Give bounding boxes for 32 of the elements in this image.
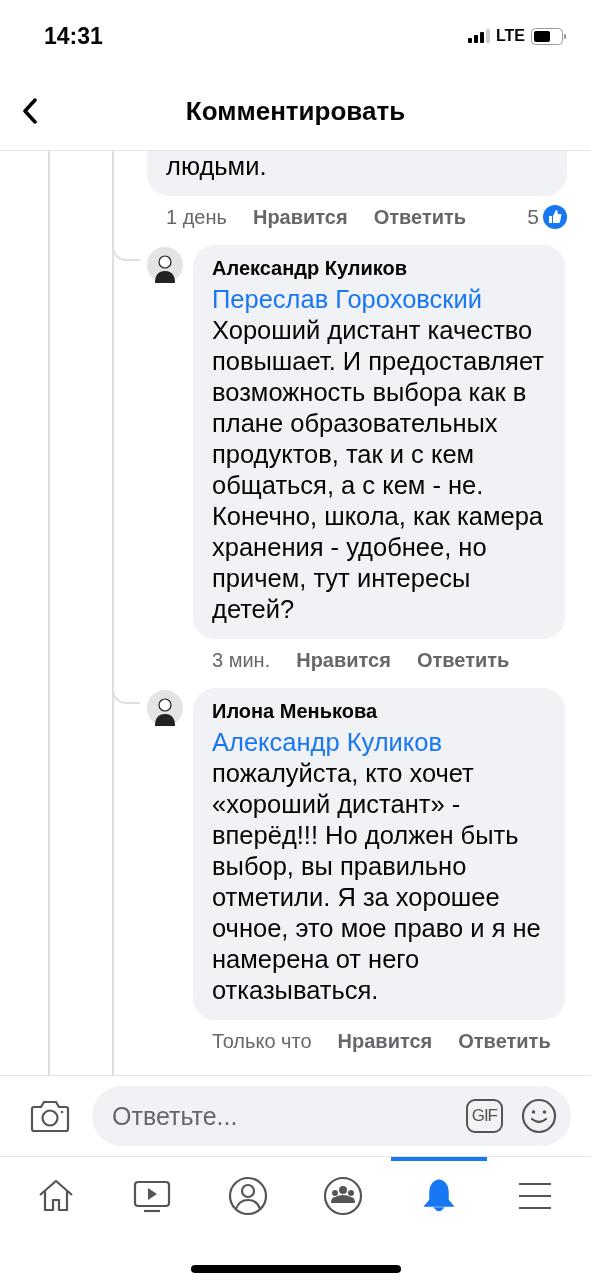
- mention-link[interactable]: Переслав Гороховский: [212, 284, 547, 315]
- reply-button[interactable]: Ответить: [373, 205, 467, 229]
- comment-text: Хороший дистант качество повышает. И предоставляет возможность выбора как в плане образовательных продуктов, так и с кем общаться, а с кем - не. Конечно, школа, как камера хранения - удобнее, но причем, тут интересы детей?: [212, 315, 545, 625]
- comment-time: 3 мин.: [212, 648, 271, 672]
- person-icon: [227, 1176, 268, 1216]
- signal-icon: [467, 29, 490, 43]
- gif-button[interactable]: GIF: [465, 1099, 503, 1133]
- avatar-icon[interactable]: [147, 247, 183, 283]
- like-icon[interactable]: [543, 205, 567, 229]
- comment-text: людьми.: [166, 151, 268, 182]
- avatar-icon[interactable]: [147, 690, 183, 726]
- comment-author[interactable]: Александр Куликов: [212, 257, 547, 280]
- comment-time: Только что: [212, 1029, 312, 1053]
- emoji-icon[interactable]: [521, 1098, 557, 1134]
- reply-field[interactable]: Ответьте... GIF: [92, 1086, 571, 1146]
- status-time: 14:31: [44, 22, 103, 50]
- mention-link[interactable]: Александр Куликов: [212, 727, 547, 758]
- back-icon[interactable]: [22, 98, 38, 124]
- camera-icon[interactable]: [30, 1099, 70, 1133]
- reply-button[interactable]: Ответить: [458, 1029, 551, 1053]
- battery-icon: [531, 27, 567, 45]
- reply-button[interactable]: Ответить: [416, 648, 510, 672]
- comment-time: 1 день: [166, 205, 227, 229]
- comment-author[interactable]: Илона Менькова: [212, 700, 547, 723]
- people-icon: [323, 1176, 364, 1216]
- like-button[interactable]: Нравится: [337, 1029, 433, 1053]
- reaction-count: 5: [527, 205, 539, 229]
- like-button[interactable]: Нравится: [296, 648, 391, 672]
- page-title: Комментировать: [185, 95, 406, 127]
- like-button[interactable]: Нравится: [252, 205, 348, 229]
- network-label: LTE: [495, 27, 525, 45]
- comment-text: пожалуйста, кто хочет «хороший дистант» - вперёд!!! Но должен быть выбор, вы правильно отметили. Я за хорошее очное, это мое право и я не намерена от него отказываться.: [212, 758, 542, 1006]
